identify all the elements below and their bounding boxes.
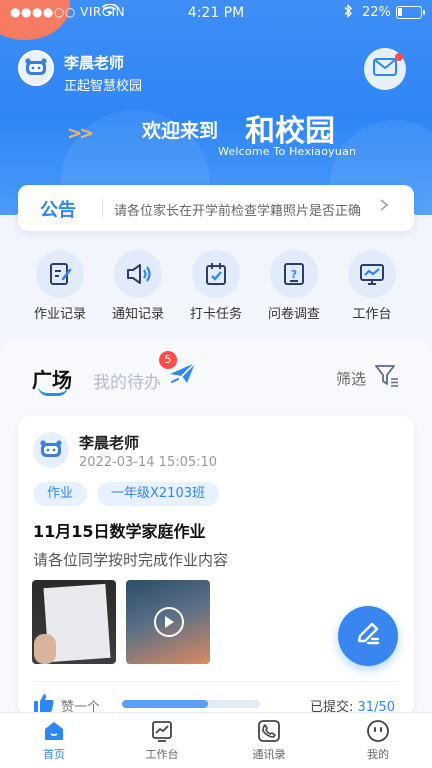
quick-action-label: 问卷调查 xyxy=(267,307,320,322)
user-name: 李晨老师 xyxy=(64,54,125,72)
post-tag: 一年级X2103班 xyxy=(97,482,219,506)
avatar[interactable] xyxy=(18,50,54,86)
user-face-icon xyxy=(365,718,391,744)
submission-progress xyxy=(122,700,260,708)
quick-action-survey[interactable]: ? 问卷调查 xyxy=(255,250,333,322)
post-author-avatar[interactable] xyxy=(33,432,69,468)
welcome-text: 欢迎来到 xyxy=(142,120,219,142)
homework-icon xyxy=(36,250,84,298)
tab-home[interactable]: 首页 xyxy=(24,718,84,762)
arrows-decoration: >> xyxy=(67,123,94,144)
home-icon xyxy=(41,718,67,744)
chevron-right-icon xyxy=(379,197,389,216)
workbench-icon xyxy=(149,718,175,744)
quick-action-label: 作业记录 xyxy=(33,307,86,322)
mail-icon xyxy=(373,58,397,80)
edit-icon xyxy=(353,619,383,653)
post-title: 11月15日数学家庭作业 xyxy=(33,522,206,541)
play-icon[interactable] xyxy=(154,607,184,637)
welcome-english: Welcome To Hexiaoyuan xyxy=(218,145,357,158)
survey-icon: ? xyxy=(270,250,318,298)
quick-action-homework[interactable]: 作业记录 xyxy=(21,250,99,322)
notice-bar[interactable]: 公告 请各位家长在开学前检查学籍照片是否正确 xyxy=(18,185,414,231)
hand-photo-detail xyxy=(34,634,56,664)
tab-todo[interactable]: 我的待办 xyxy=(93,368,161,393)
quick-action-workbench[interactable]: 工作台 xyxy=(333,250,411,322)
paper-plane-icon xyxy=(168,360,198,390)
tab-label: 通讯录 xyxy=(252,748,286,761)
post-timestamp: 2022-03-14 15:05:10 xyxy=(79,455,218,470)
submission-progress-fill xyxy=(122,700,208,708)
app-name: 和校园 xyxy=(245,114,335,149)
attachment-image[interactable] xyxy=(32,580,116,664)
battery-icon xyxy=(396,6,425,19)
attachment-video[interactable] xyxy=(126,580,210,664)
header-banner xyxy=(0,0,432,215)
phone-icon xyxy=(256,718,282,744)
post-body: 请各位同学按时完成作业内容 xyxy=(33,551,229,569)
post-author: 李晨老师 xyxy=(79,434,140,452)
filter-icon[interactable] xyxy=(374,363,400,393)
tab-label: 我的 xyxy=(367,748,389,761)
tab-label: 工作台 xyxy=(145,748,179,761)
battery-percent: 22% xyxy=(362,5,391,20)
quick-action-notice[interactable]: 通知记录 xyxy=(99,250,177,322)
tab-workbench[interactable]: 工作台 xyxy=(132,718,192,762)
compose-button[interactable] xyxy=(338,606,398,666)
quick-action-label: 工作台 xyxy=(352,307,392,322)
school-name: 正起智慧校园 xyxy=(64,79,143,94)
post-tag: 作业 xyxy=(33,482,88,506)
divider xyxy=(102,199,103,217)
notice-text: 请各位家长在开学前检查学籍照片是否正确 xyxy=(114,204,362,219)
bluetooth-icon xyxy=(343,3,353,22)
tab-label: 首页 xyxy=(43,748,65,761)
workbench-icon xyxy=(348,250,396,298)
announcement-icon xyxy=(114,250,162,298)
filter-button[interactable]: 筛选 xyxy=(336,368,366,389)
unread-dot xyxy=(395,53,403,61)
quick-action-label: 打卡任务 xyxy=(189,307,242,322)
divider xyxy=(33,681,399,682)
status-bar: ●●●●○○ VIRGIN 4:21 PM 22% xyxy=(0,0,432,26)
battery-level xyxy=(398,8,403,16)
checkin-icon xyxy=(192,250,240,298)
quick-action-label: 通知记录 xyxy=(111,307,164,322)
tab-me[interactable]: 我的 xyxy=(348,718,408,762)
quick-action-checkin[interactable]: 打卡任务 xyxy=(177,250,255,322)
svg-text:?: ? xyxy=(291,268,297,281)
tab-contacts[interactable]: 通讯录 xyxy=(239,718,299,762)
notice-tag: 公告 xyxy=(40,200,76,221)
